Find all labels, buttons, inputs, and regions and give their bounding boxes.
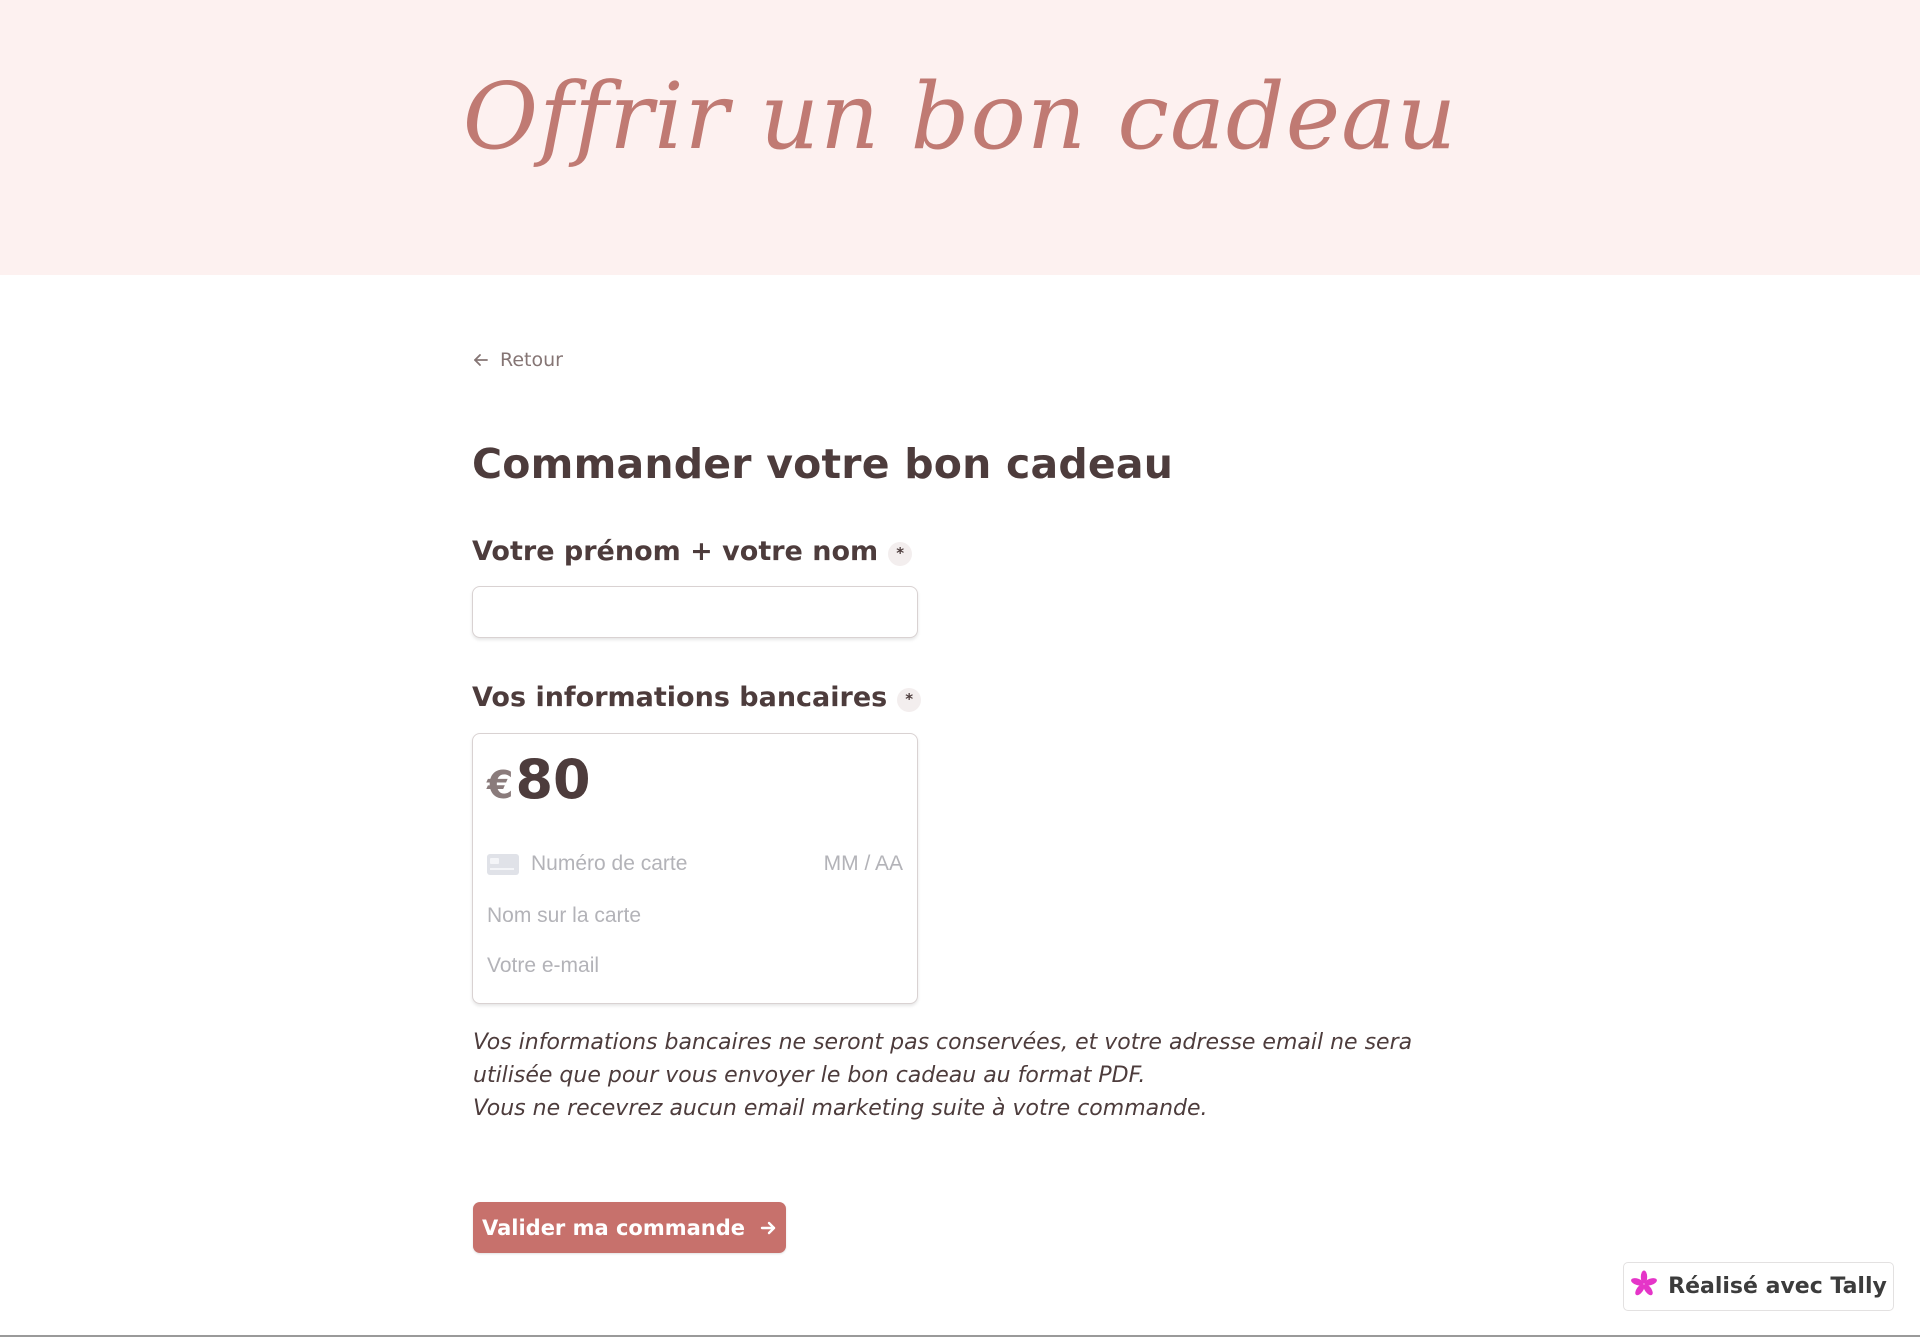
card-expiry-input[interactable]	[813, 849, 903, 879]
submit-order-button[interactable]: Valider ma commande	[473, 1202, 786, 1253]
payment-box: € 80	[472, 733, 918, 1004]
disclaimer-line: Vous ne recevrez aucun email marketing s…	[473, 1096, 1208, 1121]
submit-order-label: Valider ma commande	[481, 1215, 745, 1240]
required-badge: *	[897, 687, 922, 712]
disclaimer-line: Vos informations bancaires ne seront pas…	[473, 1030, 1413, 1088]
name-input[interactable]	[472, 586, 918, 638]
price-display: € 80	[487, 748, 591, 811]
card-number-input[interactable]	[531, 849, 813, 879]
tally-badge-label: Réalisé avec Tally	[1668, 1274, 1887, 1299]
page-title: Commander votre bon cadeau	[472, 440, 1174, 488]
hero-banner: Offrir un bon cadeau	[0, 0, 1920, 275]
name-field-label: Votre prénom + votre nom *	[472, 536, 913, 567]
back-link[interactable]: Retour	[472, 349, 563, 371]
price-amount: 80	[515, 748, 591, 811]
made-with-tally-badge[interactable]: Réalisé avec Tally	[1623, 1262, 1894, 1311]
payment-field-label: Vos informations bancaires *	[472, 682, 922, 713]
tally-asterisk-icon	[1630, 1270, 1658, 1304]
email-input[interactable]	[487, 951, 903, 981]
card-details-row	[487, 849, 903, 879]
back-link-label: Retour	[500, 349, 563, 371]
arrow-right-icon	[759, 1219, 777, 1237]
credit-card-icon	[487, 853, 519, 875]
card-name-input[interactable]	[487, 901, 903, 931]
hero-title: Offrir un bon cadeau	[462, 63, 1458, 170]
price-currency: €	[487, 763, 514, 807]
required-badge: *	[888, 541, 913, 566]
name-field-label-text: Votre prénom + votre nom	[472, 536, 879, 567]
arrow-left-icon	[472, 351, 490, 369]
privacy-disclaimer: Vos informations bancaires ne seront pas…	[473, 1026, 1453, 1125]
payment-field-label-text: Vos informations bancaires	[472, 682, 888, 713]
